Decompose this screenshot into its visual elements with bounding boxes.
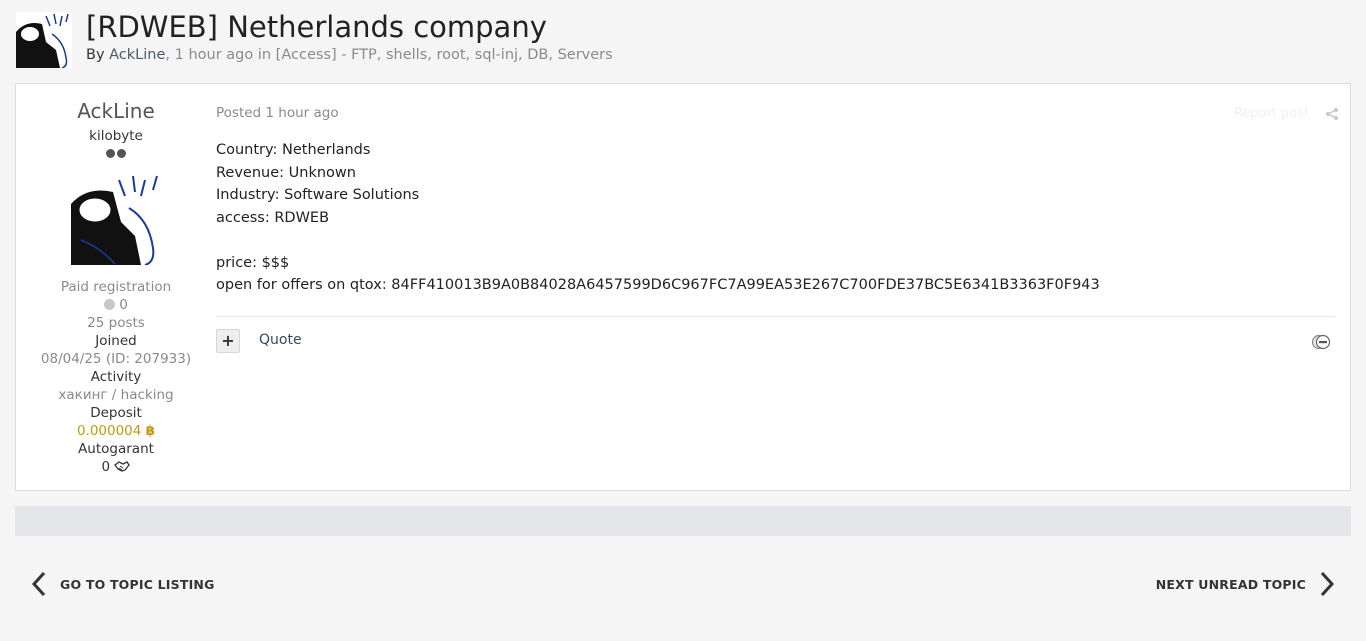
chevron-left-icon: [31, 571, 46, 597]
joined-label: Joined: [95, 333, 137, 349]
prev-label: GO TO TOPIC LISTING: [60, 576, 215, 592]
topic-meta: By AckLine, 1 hour ago in [Access] - FTP…: [86, 46, 613, 64]
author-rank: kilobyte: [89, 128, 143, 144]
post-line: Industry: Software Solutions: [216, 187, 420, 203]
post-line: [216, 229, 1100, 252]
reputation-dot-icon: [104, 299, 116, 310]
deposit-label: Deposit: [90, 405, 142, 421]
report-post-link[interactable]: Report post: [1234, 106, 1309, 121]
author-posts: 25 posts: [87, 315, 145, 331]
share-icon[interactable]: [1325, 106, 1339, 120]
post-content: Country: Netherlands Revenue: Unknown In…: [216, 139, 1100, 297]
meta-time-forum[interactable]: , 1 hour ago in [Access] - FTP, shells, …: [165, 47, 612, 63]
author-reputation: 0: [16, 296, 216, 314]
autogarant-row: 0: [16, 458, 216, 476]
chevron-right-icon: [1320, 571, 1335, 597]
post-line: Country: Netherlands: [216, 142, 371, 158]
posted-time[interactable]: Posted 1 hour ago: [216, 105, 339, 121]
deposit-row: 0.000004 ฿: [16, 422, 216, 440]
post-body: Posted 1 hour ago Report post Country: N…: [216, 84, 1351, 490]
activity-value: хакинг / hacking: [58, 387, 174, 403]
meta-by-label: By: [86, 47, 110, 63]
reputation-value: 0: [119, 297, 128, 313]
handshake-icon: [114, 459, 131, 475]
activity-label: Activity: [90, 369, 142, 385]
post-line: access: RDWEB: [216, 209, 330, 226]
meta-author-link[interactable]: AckLine: [109, 47, 165, 63]
topic-author-avatar[interactable]: [16, 12, 72, 68]
rank-pip: [117, 148, 126, 158]
quote-button[interactable]: Quote: [259, 332, 302, 348]
comment-bar: [15, 506, 1351, 536]
post-card: AckLine kilobyte Paid registration 0 25 …: [15, 83, 1351, 491]
post-line: Revenue: Unknown: [216, 164, 356, 181]
autogarant-label: Autogarant: [78, 441, 154, 457]
bitcoin-icon: ฿: [145, 423, 156, 439]
autogarant-value: 0: [101, 459, 111, 475]
deposit-value: 0.000004: [76, 423, 142, 439]
topic-title: [RDWEB] Netherlands company: [86, 10, 547, 44]
topic-header: [RDWEB] Netherlands company By AckLine, …: [16, 10, 1346, 70]
author-avatar[interactable]: [71, 174, 162, 266]
rank-pip: [106, 148, 115, 158]
next-unread-topic-button[interactable]: NEXT UNREAD TOPIC: [1156, 570, 1336, 598]
post-line: open for offers on qtox: 84FF410013B9A0B…: [216, 277, 1100, 293]
joined-value: 08/04/25 (ID: 207933): [40, 351, 192, 367]
multiquote-plus-button[interactable]: +: [216, 329, 240, 353]
author-registration: Paid registration: [60, 279, 172, 295]
rank-pips: [16, 146, 216, 160]
post-line: price: $$$: [216, 254, 290, 271]
go-to-topic-listing-button[interactable]: GO TO TOPIC LISTING: [30, 570, 215, 598]
author-name[interactable]: AckLine: [16, 99, 216, 123]
next-label: NEXT UNREAD TOPIC: [1155, 576, 1306, 592]
post-divider: [216, 316, 1335, 317]
reaction-icon[interactable]: [1311, 334, 1331, 350]
author-panel: AckLine kilobyte Paid registration 0 25 …: [16, 84, 216, 490]
